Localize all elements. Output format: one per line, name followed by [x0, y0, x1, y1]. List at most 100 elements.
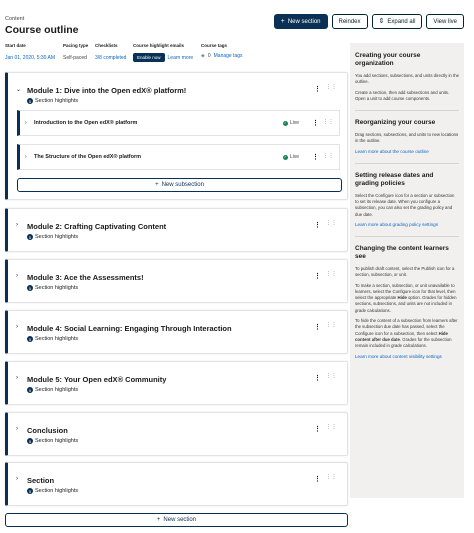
sidebar-release-block: Setting release dates and grading polici…: [355, 172, 459, 228]
chevron-right-icon[interactable]: ›: [16, 273, 18, 279]
drag-handle-icon[interactable]: ⋮⋮: [326, 272, 337, 277]
help-sidebar: Creating your course organization You ad…: [350, 43, 464, 498]
more-vertical-icon[interactable]: ⋮: [314, 323, 321, 331]
section-highlights[interactable]: 5 Section highlights: [27, 98, 78, 104]
chevron-right-icon[interactable]: ›: [16, 426, 18, 432]
new-section-button[interactable]: + New section: [5, 513, 348, 527]
new-section-header-button[interactable]: + New section: [273, 14, 328, 29]
sidebar-vis-p1: To publish draft content, select the Pub…: [355, 265, 455, 278]
more-vertical-icon[interactable]: ⋮: [314, 272, 321, 280]
drag-handle-icon[interactable]: ⋮⋮: [326, 475, 337, 480]
enable-now-button[interactable]: Enable now: [133, 53, 165, 62]
chevron-right-icon[interactable]: ›: [16, 324, 18, 330]
section-highlights[interactable]: 5 Section highlights: [27, 387, 78, 393]
more-vertical-icon[interactable]: ⋮: [312, 153, 319, 161]
live-label: Live: [289, 154, 299, 160]
drag-handle-icon[interactable]: ⋮⋮: [326, 425, 337, 430]
chevron-right-icon[interactable]: ›: [25, 120, 27, 126]
sidebar-divider: [355, 162, 459, 164]
chevron-right-icon[interactable]: ›: [16, 222, 18, 228]
view-live-button[interactable]: View live: [426, 14, 464, 29]
highlight-count-badge: 5: [27, 98, 33, 104]
grading-learn-more-link[interactable]: Learn more about grading policy settings: [355, 222, 459, 228]
sidebar-release-title: Setting release dates and grading polici…: [355, 171, 434, 187]
more-vertical-icon[interactable]: ⋮: [314, 221, 321, 229]
expand-all-button[interactable]: ⇕ Expand all: [371, 14, 423, 29]
section-highlights-label: Section highlights: [35, 285, 79, 291]
start-date-link[interactable]: Jan 01, 2020, 5:30 AM: [5, 55, 55, 61]
chevron-down-icon[interactable]: ⌄: [16, 86, 21, 93]
drag-handle-icon[interactable]: ⋮⋮: [323, 120, 334, 125]
more-vertical-icon[interactable]: ⋮: [314, 475, 321, 483]
section-highlights-label: Section highlights: [35, 98, 79, 104]
meta-course-tags: Course tags ◈ 0 Manage tags: [201, 43, 243, 59]
section-header: › Module 2: Crafting Captivating Content…: [16, 209, 339, 251]
subsection-title[interactable]: The Structure of the Open edX® platform: [34, 154, 141, 160]
drag-handle-icon[interactable]: ⋮⋮: [326, 374, 337, 379]
page-title: Course outline: [5, 24, 79, 36]
subsection-title[interactable]: Introduction to the Open edX® platform: [34, 120, 137, 126]
section-title[interactable]: Module 1: Dive into the Open edX® platfo…: [27, 86, 186, 95]
chevron-right-icon[interactable]: ›: [16, 375, 18, 381]
chevron-right-icon[interactable]: ›: [16, 476, 18, 482]
sidebar-release-p1: Select the Configure icon for a section …: [355, 192, 455, 217]
section-highlights-label: Section highlights: [35, 488, 79, 494]
checklists-link[interactable]: 3/8 completed: [95, 55, 126, 61]
more-vertical-icon[interactable]: ⋮: [314, 425, 321, 433]
subsection-card: › The Structure of the Open edX® platfor…: [17, 144, 340, 170]
live-label: Live: [289, 120, 299, 126]
section-card: › Conclusion 5 Section highlights ⋮ ⋮⋮: [5, 412, 348, 456]
section-highlights[interactable]: 5 Section highlights: [27, 285, 78, 291]
new-subsection-button[interactable]: + New subsection: [17, 178, 342, 192]
vis-p2-b: Hide: [397, 295, 407, 301]
section-title[interactable]: Module 5: Your Open edX® Community: [27, 375, 166, 384]
live-status: ✓ Live: [282, 120, 299, 126]
course-tags-row: ◈ 0 Manage tags: [201, 53, 243, 59]
section-highlights[interactable]: 5 Section highlights: [27, 234, 78, 240]
section-highlights[interactable]: 5 Section highlights: [27, 488, 78, 494]
section-highlights-label: Section highlights: [35, 234, 79, 240]
drag-handle-icon[interactable]: ⋮⋮: [326, 221, 337, 226]
sidebar-vis-p2: To make a section, subsection, or unit u…: [355, 283, 459, 314]
section-card: › Section 5 Section highlights ⋮ ⋮⋮: [5, 462, 348, 506]
drag-handle-icon[interactable]: ⋮⋮: [326, 85, 337, 90]
header-actions: + New section Reindex ⇕ Expand all View …: [273, 14, 464, 29]
section-highlights-label: Section highlights: [35, 438, 79, 444]
section-highlights[interactable]: 5 Section highlights: [27, 438, 78, 444]
highlight-learn-more-link[interactable]: Learn more: [168, 55, 194, 61]
sidebar-visibility-block: Changing the content learners see To pub…: [355, 245, 459, 360]
tags-count: 0: [207, 53, 211, 59]
section-title[interactable]: Module 4: Social Learning: Engaging Thro…: [27, 324, 232, 333]
checklists-label: Checklists: [95, 43, 118, 48]
start-date-label: Start date: [5, 43, 26, 48]
more-vertical-icon[interactable]: ⋮: [314, 374, 321, 382]
drag-handle-icon[interactable]: ⋮⋮: [323, 154, 334, 159]
pacing-value: Self-paced: [63, 55, 87, 61]
manage-tags-link[interactable]: Manage tags: [214, 53, 243, 59]
highlight-count-badge: 5: [27, 387, 33, 393]
reindex-button[interactable]: Reindex: [331, 14, 368, 29]
section-title[interactable]: Section: [27, 476, 54, 485]
section-highlights-label: Section highlights: [35, 336, 79, 342]
highlight-emails-label: Course highlight emails: [133, 43, 185, 48]
drag-handle-icon[interactable]: ⋮⋮: [326, 323, 337, 328]
outline-learn-more-link[interactable]: Learn more about the course outline: [355, 149, 459, 155]
section-title[interactable]: Module 2: Crafting Captivating Content: [27, 222, 166, 231]
visibility-learn-more-link[interactable]: Learn more about content visibility sett…: [355, 354, 459, 360]
meta-checklists: Checklists 3/8 completed: [95, 43, 126, 61]
section-title[interactable]: Conclusion: [27, 426, 68, 435]
highlight-count-badge: 5: [27, 438, 33, 444]
more-vertical-icon[interactable]: ⋮: [312, 119, 319, 127]
sidebar-org-block: Creating your course organization You ad…: [355, 52, 459, 102]
more-vertical-icon[interactable]: ⋮: [314, 85, 321, 93]
plus-icon: +: [156, 517, 161, 523]
section-title[interactable]: Module 3: Ace the Assessments!: [27, 273, 144, 282]
section-card: › Module 4: Social Learning: Engaging Th…: [5, 310, 348, 354]
chevron-right-icon[interactable]: ›: [25, 154, 27, 160]
section-highlights-label: Section highlights: [35, 387, 79, 393]
section-highlights[interactable]: 5 Section highlights: [27, 336, 78, 342]
new-section-label: New section: [163, 517, 197, 523]
section-header: › Module 5: Your Open edX® Community 5 S…: [16, 362, 339, 404]
sidebar-divider: [355, 235, 459, 237]
arrows-expand-icon: ⇕: [378, 18, 385, 25]
